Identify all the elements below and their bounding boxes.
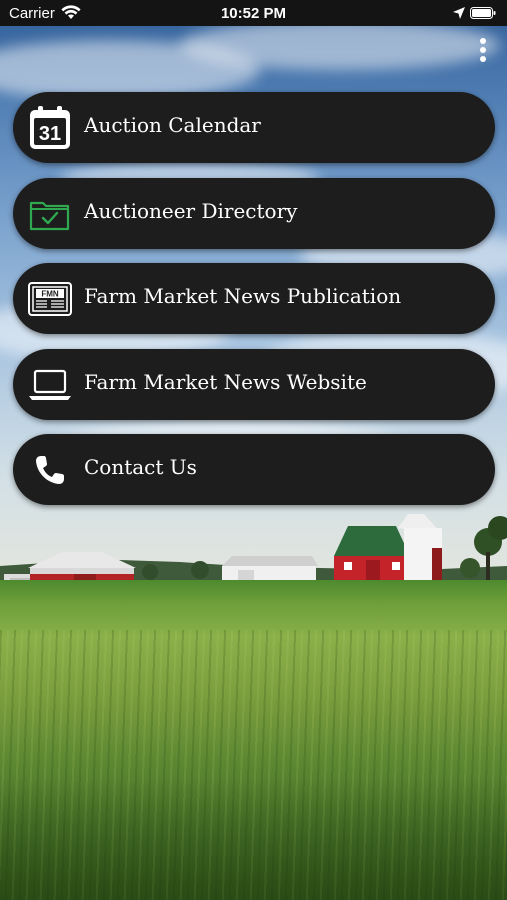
contact-us-label: Contact Us (84, 455, 197, 479)
auctioneer-directory-label: Auctioneer Directory (84, 199, 298, 223)
more-options-icon[interactable] (470, 36, 496, 66)
newspaper-icon: FMN (28, 282, 72, 316)
farm-market-news-publication-label: Farm Market News Publication (84, 284, 402, 308)
calendar-icon-day: 31 (39, 123, 61, 145)
auctioneer-directory-button[interactable]: Auctioneer Directory (13, 178, 495, 249)
farm-market-news-publication-button[interactable]: FMN Farm Market News Publication (13, 263, 495, 334)
clock: 10:52 PM (220, 5, 287, 22)
newspaper-icon-text: FMN (41, 290, 59, 299)
auction-calendar-label: Auction Calendar (84, 113, 261, 137)
calendar-icon: 31 (30, 106, 70, 149)
folder-check-icon (29, 201, 70, 231)
phone-icon (36, 456, 64, 484)
status-bar: Carrier 10:52 PM (0, 0, 507, 26)
contact-us-button[interactable]: Contact Us (13, 434, 495, 505)
location-arrow-icon (453, 7, 465, 19)
battery-icon (470, 7, 496, 19)
farm-market-news-website-button[interactable]: Farm Market News Website (13, 349, 495, 420)
farm-market-news-website-label: Farm Market News Website (84, 370, 367, 394)
auction-calendar-button[interactable]: 31 Auction Calendar (13, 92, 495, 163)
laptop-icon (29, 369, 71, 400)
